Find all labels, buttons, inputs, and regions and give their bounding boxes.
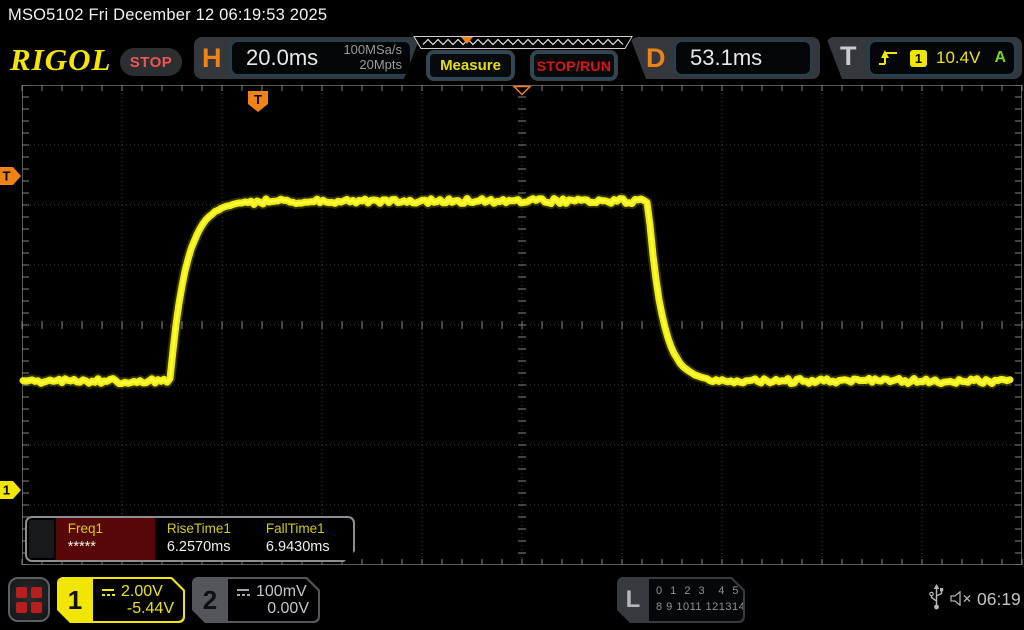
trigger-level-marker[interactable]: T [0, 167, 21, 185]
trigger-display: 1 10.4V A [868, 40, 1016, 76]
horizontal-label: H [202, 43, 222, 74]
trigger-position-marker[interactable]: T [248, 91, 268, 112]
waveform-display: T 1 T [0, 85, 1024, 565]
channel-2-block[interactable]: 2 100mV 0.00V [192, 577, 320, 623]
record-strip-outline [414, 37, 632, 49]
sample-rate: 100MSa/s [343, 43, 402, 58]
trigger-source-badge: 1 [910, 50, 927, 67]
rigol-logo: RIGOL [10, 42, 111, 78]
usb-icon [928, 584, 945, 611]
clock: 06:19 [977, 589, 1021, 610]
svg-text:1: 1 [3, 483, 10, 498]
measurement-panel[interactable]: Freq1 ***** RiseTime1 6.2570ms FallTime1… [25, 516, 355, 562]
waveform-trace-ch1 [23, 199, 1010, 384]
stop-run-button[interactable]: STOP/RUN [532, 52, 616, 79]
delay-panel[interactable]: D 53.1ms [630, 37, 820, 79]
channel-2-number: 2 [192, 577, 228, 623]
measure-button[interactable]: Measure [428, 52, 513, 79]
grid-icon [16, 587, 42, 613]
quick-menu-button[interactable] [8, 577, 50, 622]
timebase-value: 20.0ms [246, 45, 318, 71]
measurement-scroll-handle[interactable] [29, 520, 54, 558]
horizontal-settings-panel[interactable]: H 20.0ms 100MSa/s 20Mpts [194, 37, 420, 79]
memory-depth: 20Mpts [343, 58, 402, 73]
rising-edge-trigger-icon [878, 49, 898, 67]
channel-1-block[interactable]: 1 2.00V -5.44V [57, 577, 185, 623]
delay-value: 53.1ms [690, 45, 762, 71]
dc-coupling-icon [101, 587, 116, 598]
trigger-level-value: 10.4V [936, 48, 980, 68]
svg-text:T: T [254, 92, 262, 107]
logic-channels-8-15: 8 9 1011 12131415 [656, 600, 743, 616]
logic-analyzer-block[interactable]: L 0 1 2 3 4 5 6 7 8 9 1011 12131415 [617, 577, 745, 623]
channel-2-scale: 100mV [256, 583, 307, 601]
delay-display: 53.1ms [674, 40, 812, 76]
channel-2-offset: 0.00V [267, 600, 309, 618]
logic-label: L [617, 577, 649, 623]
speaker-muted-icon [950, 591, 975, 606]
measurement-freq1[interactable]: Freq1 ***** [56, 518, 155, 560]
trigger-mode-auto: A [994, 49, 1006, 67]
timebase-display: 20.0ms 100MSa/s 20Mpts [230, 40, 412, 76]
page-title: MSO5102 Fri December 12 06:19:53 2025 [8, 6, 327, 25]
delay-label: D [646, 43, 666, 74]
channel-1-marker[interactable]: 1 [0, 481, 21, 499]
oscilloscope-screen: MSO5102 Fri December 12 06:19:53 2025 RI… [0, 0, 1024, 630]
dc-coupling-icon [236, 587, 251, 598]
trigger-panel[interactable]: T 1 10.4V A [826, 37, 1022, 79]
svg-text:T: T [3, 169, 11, 184]
logic-channels-0-7: 0 1 2 3 4 5 6 7 [656, 584, 743, 600]
channel-1-scale: 2.00V [121, 583, 163, 601]
trigger-label: T [840, 41, 857, 72]
measurement-risetime1[interactable]: RiseTime1 6.2570ms [155, 518, 254, 560]
run-state-badge[interactable]: STOP [120, 48, 182, 76]
record-position-indicator[interactable] [413, 36, 633, 50]
channel-1-number: 1 [57, 577, 93, 623]
measurement-falltime1[interactable]: FallTime1 6.9430ms [254, 518, 353, 560]
channel-1-offset: -5.44V [127, 600, 174, 618]
horizontal-center-marker[interactable] [514, 87, 530, 95]
